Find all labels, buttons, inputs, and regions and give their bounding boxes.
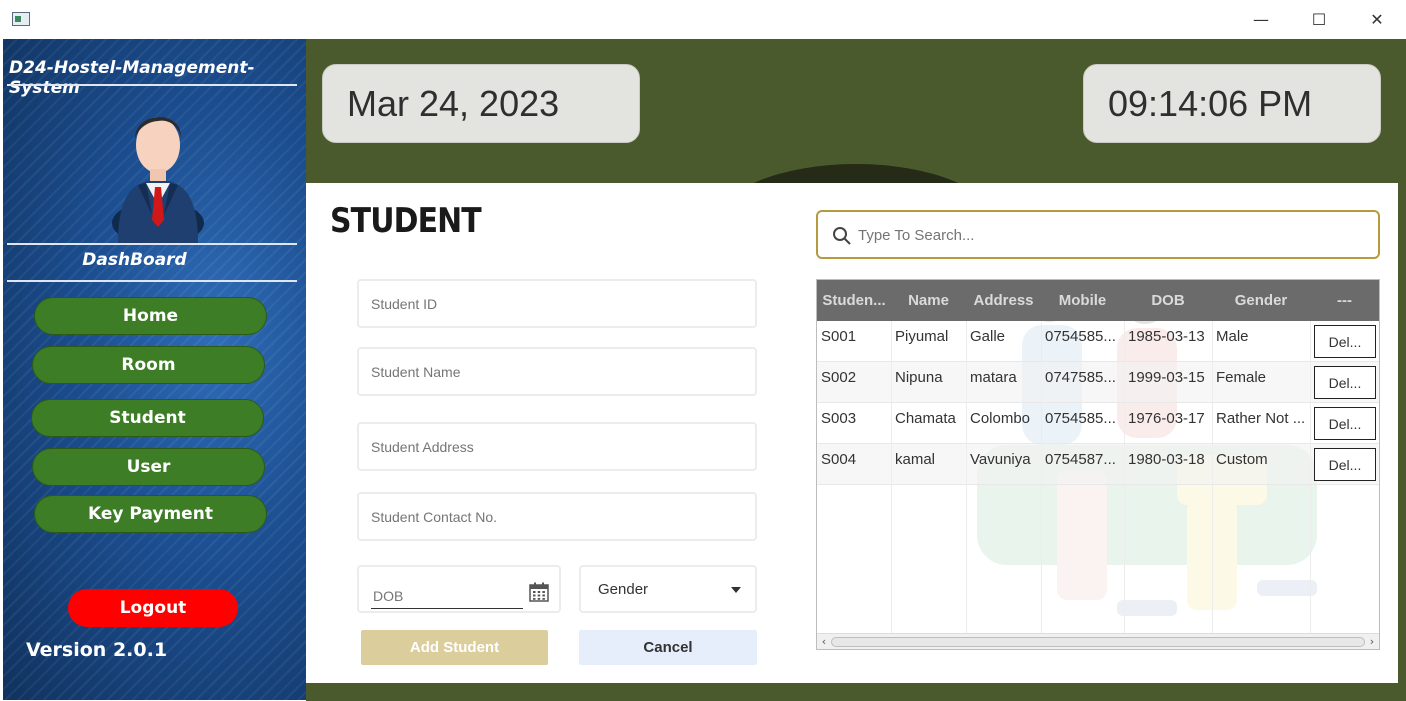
cell-gender: Male — [1216, 328, 1249, 345]
date-display: Mar 24, 2023 — [322, 64, 640, 143]
dob-field[interactable] — [371, 573, 523, 609]
divider — [7, 280, 297, 282]
nav-room-button[interactable]: Room — [32, 346, 265, 384]
delete-button[interactable]: Del... — [1314, 325, 1376, 358]
gender-select[interactable]: Gender — [579, 565, 757, 613]
cell-gender: Female — [1216, 369, 1267, 386]
delete-button[interactable]: Del... — [1314, 366, 1376, 399]
student-panel: STUDENT Gender Add Student Cancel — [306, 183, 1398, 683]
search-box — [816, 210, 1380, 259]
cell-name: Piyumal — [895, 328, 949, 345]
search-icon — [833, 227, 851, 245]
frame-bottom — [306, 683, 1406, 701]
page-title: STUDENT — [330, 201, 482, 241]
cell-mobile: 0754585... — [1045, 410, 1116, 427]
scrollbar-thumb[interactable] — [831, 637, 1365, 647]
cell-gender: Rather Not ... — [1216, 410, 1306, 427]
gender-select-label: Gender — [598, 580, 649, 598]
version-label: Version 2.0.1 — [26, 639, 168, 661]
cell-gender: Custom — [1216, 451, 1268, 468]
cell-address: Vavuniya — [970, 451, 1031, 468]
user-avatar-icon — [112, 116, 204, 243]
minimize-button[interactable]: — — [1232, 0, 1290, 39]
cell-dob: 1999-03-15 — [1128, 369, 1205, 386]
divider — [7, 243, 297, 245]
cell-address: matara — [970, 369, 1017, 386]
cancel-button[interactable]: Cancel — [579, 630, 757, 665]
cell-address: Galle — [970, 328, 1006, 345]
time-display: 09:14:06 PM — [1083, 64, 1381, 143]
cell-dob: 1985-03-13 — [1128, 328, 1205, 345]
cell-student-id: S004 — [821, 451, 857, 468]
cell-name: Chamata — [895, 410, 956, 427]
student-contact-field[interactable] — [357, 492, 757, 541]
cell-student-id: S001 — [821, 328, 857, 345]
table-row[interactable]: S004 kamal Vavuniya 0754587... 1980-03-1… — [817, 444, 1379, 485]
frame-right — [1398, 183, 1406, 701]
sidebar: D24-Hostel-Management-System DashBoard H… — [3, 39, 306, 700]
horizontal-scrollbar[interactable]: ‹ › — [817, 633, 1379, 649]
column-header-name[interactable]: Name — [891, 280, 966, 321]
decorative-arc — [716, 164, 996, 183]
nav-key-payment-button[interactable]: Key Payment — [34, 495, 267, 533]
cell-dob: 1980-03-18 — [1128, 451, 1205, 468]
calendar-icon[interactable] — [529, 582, 549, 602]
cell-student-id: S003 — [821, 410, 857, 427]
dob-picker — [357, 565, 561, 613]
cell-mobile: 0754585... — [1045, 328, 1116, 345]
column-header-address[interactable]: Address — [966, 280, 1041, 321]
table-row[interactable]: S002 Nipuna matara 0747585... 1999-03-15… — [817, 362, 1379, 403]
table-header: Studen... Name Address Mobile DOB Gender… — [817, 280, 1379, 321]
chevron-down-icon — [731, 587, 741, 593]
close-button[interactable]: ✕ — [1348, 0, 1406, 39]
column-header-mobile[interactable]: Mobile — [1041, 280, 1124, 321]
cell-student-id: S002 — [821, 369, 857, 386]
nav-user-button[interactable]: User — [32, 448, 265, 486]
nav-student-button[interactable]: Student — [31, 399, 264, 437]
cell-name: Nipuna — [895, 369, 943, 386]
table-row[interactable]: S001 Piyumal Galle 0754585... 1985-03-13… — [817, 321, 1379, 362]
cell-mobile: 0754587... — [1045, 451, 1116, 468]
student-name-field[interactable] — [357, 347, 757, 396]
student-id-field[interactable] — [357, 279, 757, 328]
delete-button[interactable]: Del... — [1314, 407, 1376, 440]
window-titlebar: — ☐ ✕ — [0, 0, 1406, 39]
column-header-gender[interactable]: Gender — [1212, 280, 1310, 321]
cell-dob: 1976-03-17 — [1128, 410, 1205, 427]
scroll-right-icon[interactable]: › — [1366, 635, 1378, 649]
students-table: Studen... Name Address Mobile DOB Gender… — [816, 279, 1380, 650]
dashboard-label: DashBoard — [82, 250, 187, 270]
header-band: Mar 24, 2023 09:14:06 PM — [306, 39, 1406, 183]
maximize-button[interactable]: ☐ — [1290, 0, 1348, 39]
delete-button[interactable]: Del... — [1314, 448, 1376, 481]
table-row[interactable]: S003 Chamata Colombo 0754585... 1976-03-… — [817, 403, 1379, 444]
scroll-left-icon[interactable]: ‹ — [818, 635, 830, 649]
nav-home-button[interactable]: Home — [34, 297, 267, 335]
column-header-action[interactable]: --- — [1310, 280, 1379, 321]
column-header-student-id[interactable]: Studen... — [817, 280, 891, 321]
student-address-field[interactable] — [357, 422, 757, 471]
logout-button[interactable]: Logout — [68, 589, 238, 627]
cell-name: kamal — [895, 451, 936, 468]
cell-mobile: 0747585... — [1045, 369, 1116, 386]
divider — [7, 84, 297, 86]
add-student-button[interactable]: Add Student — [361, 630, 548, 665]
search-input[interactable] — [858, 220, 1358, 250]
app-icon — [12, 12, 30, 26]
column-header-dob[interactable]: DOB — [1124, 280, 1212, 321]
brand-title: D24-Hostel-Management-System — [9, 58, 255, 98]
cell-address: Colombo — [970, 410, 1031, 427]
